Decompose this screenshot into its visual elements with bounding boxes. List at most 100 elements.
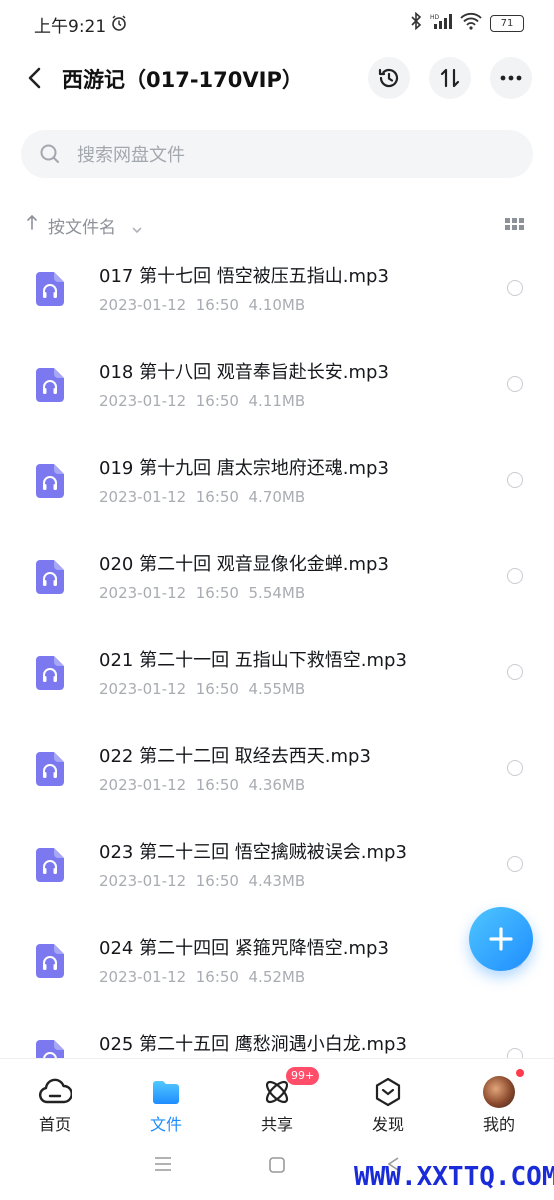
file-meta: 2023-01-12 16:50 4.55MB [99,680,305,698]
more-dots-icon [500,75,522,81]
file-time: 16:50 [195,488,239,506]
file-date: 2023-01-12 [99,872,187,890]
file-meta: 2023-01-12 16:50 4.36MB [99,776,305,794]
audio-file-icon [36,1040,64,1058]
notification-badge: 99+ [286,1067,320,1085]
file-list-item[interactable]: 020 第二十回 观音显像化金蝉.mp3 2023-01-12 16:50 5.… [0,542,554,638]
file-meta: 2023-01-12 16:50 5.54MB [99,584,305,602]
bluetooth-icon [410,11,422,34]
nav-item-me[interactable]: 我的 [444,1059,554,1135]
file-name: 025 第二十五回 鹰愁涧遇小白龙.mp3 [99,1034,407,1055]
page-title: 西游记（017-170VIP） [62,68,303,92]
file-date: 2023-01-12 [99,392,187,410]
search-input[interactable] [75,130,509,180]
audio-file-icon [36,848,64,882]
nav-label-me: 我的 [482,1115,515,1134]
history-icon [378,68,399,88]
search-icon [39,143,61,169]
red-dot-indicator [516,1069,524,1077]
audio-file-icon [36,272,64,306]
audio-file-icon [36,944,64,978]
nav-label-discover: 发现 [371,1115,404,1134]
nav-label-share: 共享 [260,1115,293,1134]
select-checkbox[interactable] [507,280,523,296]
status-bar: 上午9:21 HD 71 [0,0,554,48]
file-size: 4.43MB [248,872,306,890]
select-checkbox[interactable] [507,664,523,680]
audio-file-icon [36,560,64,594]
file-list-item[interactable]: 025 第二十五回 鹰愁涧遇小白龙.mp3 [0,1022,554,1058]
select-checkbox[interactable] [507,376,523,392]
file-name: 019 第十九回 唐太宗地府还魂.mp3 [99,458,389,479]
file-size: 5.54MB [248,584,306,602]
file-size: 4.55MB [248,680,306,698]
discover-icon [371,1075,405,1109]
select-checkbox[interactable] [507,760,523,776]
cloud-icon [38,1075,72,1109]
audio-file-icon [36,368,64,402]
search-bar[interactable] [21,130,533,180]
grid-view-icon[interactable] [505,217,525,236]
menu-icon[interactable] [154,1156,172,1176]
file-list-item[interactable]: 021 第二十一回 五指山下救悟空.mp3 2023-01-12 16:50 4… [0,638,554,734]
avatar [482,1075,516,1109]
file-size: 4.52MB [248,968,306,986]
svg-text:HD: HD [430,14,440,21]
file-size: 4.36MB [248,776,306,794]
file-date: 2023-01-12 [99,776,187,794]
more-button[interactable] [490,57,532,99]
file-time: 16:50 [195,584,239,602]
file-meta: 2023-01-12 16:50 4.10MB [99,296,305,314]
file-name: 020 第二十回 观音显像化金蝉.mp3 [99,554,389,575]
select-checkbox[interactable] [507,472,523,488]
nav-item-discover[interactable]: 发现 [333,1059,443,1135]
sort-row: 按文件名 [0,204,554,244]
home-square-icon[interactable] [268,1156,286,1178]
file-list-item[interactable]: 022 第二十二回 取经去西天.mp3 2023-01-12 16:50 4.3… [0,734,554,830]
nav-item-files[interactable]: 文件 [111,1059,221,1135]
select-checkbox[interactable] [507,568,523,584]
select-checkbox[interactable] [507,1048,523,1058]
chevron-down-icon[interactable] [131,219,143,238]
file-name: 018 第十八回 观音奉旨赴长安.mp3 [99,362,389,383]
file-date: 2023-01-12 [99,488,187,506]
sort-updown-icon [440,68,460,88]
file-list-item[interactable]: 023 第二十三回 悟空擒贼被误会.mp3 2023-01-12 16:50 4… [0,830,554,926]
battery-indicator: 71 [490,14,524,32]
select-checkbox[interactable] [507,856,523,872]
file-date: 2023-01-12 [99,584,187,602]
file-name: 022 第二十二回 取经去西天.mp3 [99,746,371,767]
sort-arrow-up-icon[interactable] [26,213,38,235]
file-size: 4.10MB [248,296,306,314]
file-size: 4.11MB [248,392,306,410]
file-size: 4.70MB [248,488,306,506]
file-name: 023 第二十三回 悟空擒贼被误会.mp3 [99,842,407,863]
watermark: WWW.XXTTQ.COM [354,1162,554,1192]
history-button[interactable] [368,57,410,99]
file-time: 16:50 [195,872,239,890]
file-time: 16:50 [195,968,239,986]
sort-by-filename[interactable]: 按文件名 [48,213,116,238]
back-arrow-icon [28,67,41,89]
file-name: 021 第二十一回 五指山下救悟空.mp3 [99,650,407,671]
title-bar: 西游记（017-170VIP） [0,50,554,106]
add-fab-button[interactable] [469,907,533,971]
status-icons: HD 71 [410,11,524,34]
signal-icon: HD [430,12,452,34]
audio-file-icon [36,752,64,786]
back-button[interactable] [20,62,48,94]
file-time: 16:50 [195,392,239,410]
file-date: 2023-01-12 [99,968,187,986]
nav-item-home[interactable]: 首页 [0,1059,110,1135]
plus-icon [489,927,513,951]
file-date: 2023-01-12 [99,680,187,698]
file-list-item[interactable]: 019 第十九回 唐太宗地府还魂.mp3 2023-01-12 16:50 4.… [0,446,554,542]
file-meta: 2023-01-12 16:50 4.52MB [99,968,305,986]
file-list-item[interactable]: 018 第十八回 观音奉旨赴长安.mp3 2023-01-12 16:50 4.… [0,350,554,446]
alarm-icon [110,14,128,36]
nav-label-files: 文件 [149,1115,182,1134]
sort-order-button[interactable] [429,57,471,99]
file-list-item[interactable]: 017 第十七回 悟空被压五指山.mp3 2023-01-12 16:50 4.… [0,254,554,350]
file-name: 024 第二十四回 紧箍咒降悟空.mp3 [99,938,389,959]
nav-item-share[interactable]: 99+ 共享 [222,1059,332,1135]
